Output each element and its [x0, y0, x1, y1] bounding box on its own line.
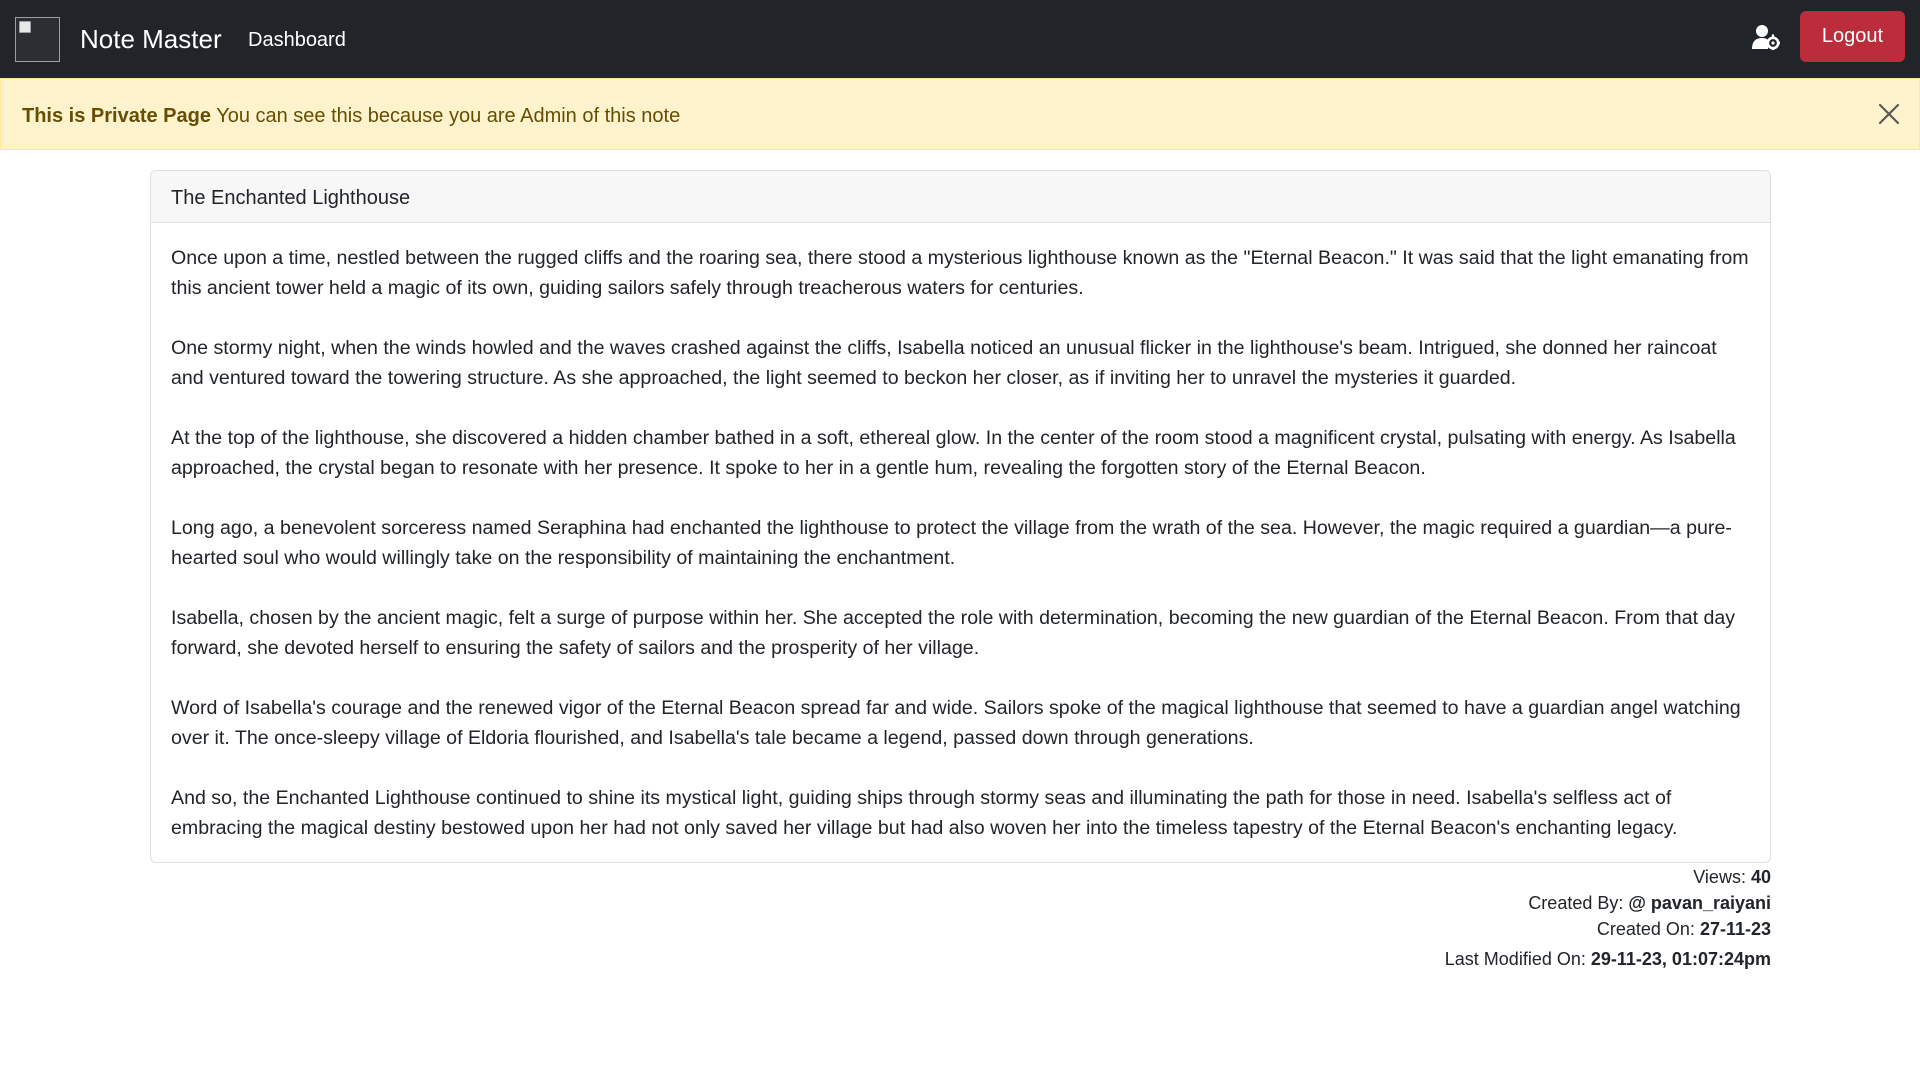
note-card: The Enchanted Lighthouse Once upon a tim…	[150, 170, 1771, 863]
top-navbar: Note Master Dashboard Logout	[0, 0, 1920, 78]
views-label: Views:	[1693, 867, 1746, 887]
brand-name[interactable]: Note Master	[80, 22, 222, 56]
alert-message: You can see this because you are Admin o…	[216, 105, 681, 127]
last-modified-label: Last Modified On:	[1444, 949, 1586, 969]
private-page-alert: This is Private Page You can see this be…	[0, 78, 1920, 150]
created-by: Created By: @ pavan_raiyani	[1200, 891, 1771, 915]
alert-title: This is Private Page	[22, 105, 211, 127]
user-settings-icon[interactable]	[1752, 24, 1780, 50]
last-modified-value: 29-11-23, 01:07:24pm	[1590, 949, 1771, 969]
nav-link-dashboard[interactable]: Dashboard	[248, 27, 346, 53]
logout-button[interactable]: Logout	[1800, 11, 1905, 62]
note-paragraph: Once upon a time, nestled between the ru…	[171, 247, 1749, 299]
broken-image-icon	[19, 21, 31, 33]
note-paragraph: Word of Isabella's courage and the renew…	[171, 697, 1741, 749]
note-title: The Enchanted Lighthouse	[151, 171, 1770, 223]
views-value: 40	[1750, 867, 1771, 887]
last-modified-on: Last Modified On: 29-11-23, 01:07:24pm	[1200, 947, 1771, 971]
note-body: Once upon a time, nestled between the ru…	[151, 223, 1770, 843]
created-on-label: Created On:	[1596, 919, 1695, 939]
created-on: Created On: 27-11-23	[1200, 917, 1771, 941]
note-paragraph: And so, the Enchanted Lighthouse continu…	[171, 787, 1678, 839]
note-paragraph: Isabella, chosen by the ancient magic, f…	[171, 607, 1736, 659]
created-by-label: Created By:	[1528, 893, 1624, 913]
brand-logo-image[interactable]	[15, 17, 60, 62]
close-icon[interactable]	[1877, 102, 1901, 126]
created-by-value: @ pavan_raiyani	[1628, 893, 1771, 913]
created-on-value: 27-11-23	[1699, 919, 1771, 939]
views-count: Views: 40	[1200, 865, 1771, 889]
note-paragraph: At the top of the lighthouse, she discov…	[171, 427, 1736, 479]
note-paragraph: One stormy night, when the winds howled …	[171, 337, 1717, 389]
note-paragraph: Long ago, a benevolent sorceress named S…	[171, 517, 1732, 569]
alert-text: This is Private Page You can see this be…	[22, 103, 680, 129]
